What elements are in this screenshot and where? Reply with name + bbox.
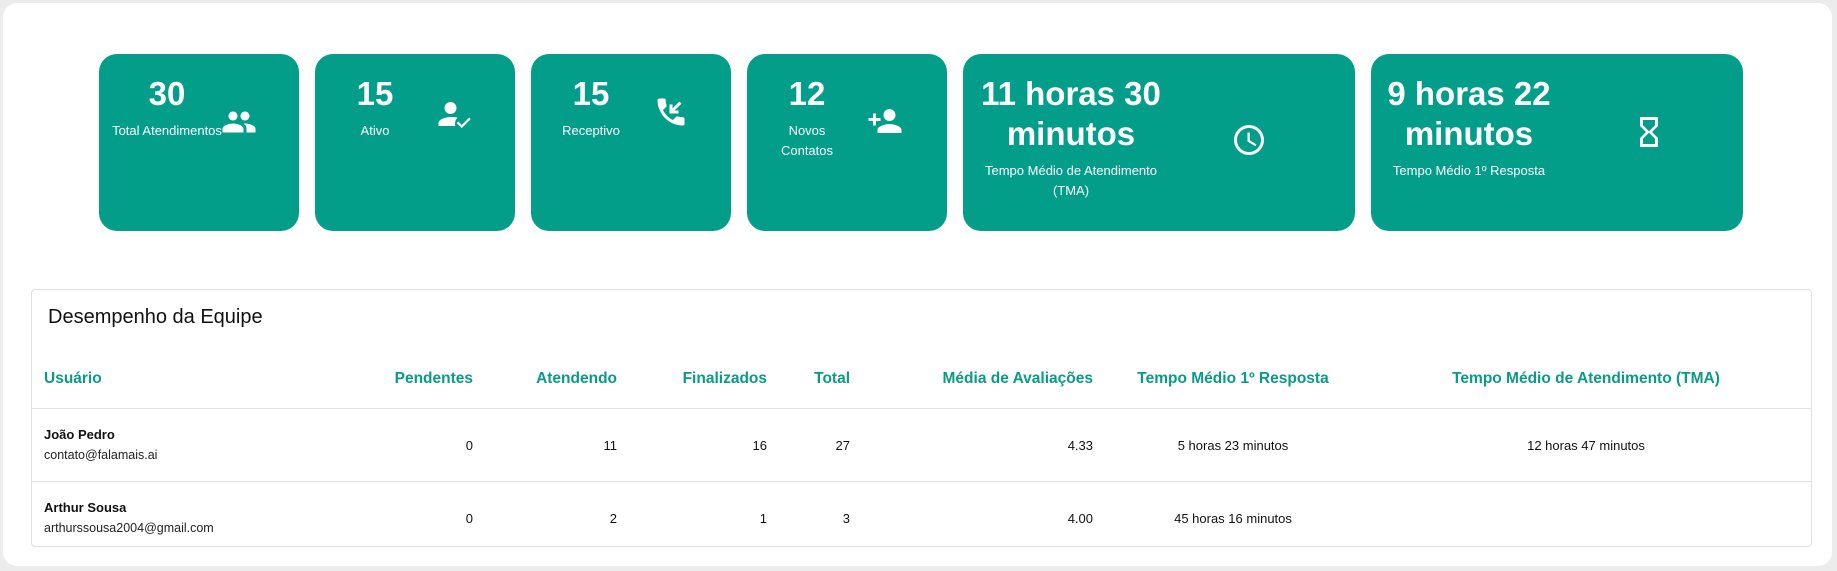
user-name: Arthur Sousa xyxy=(44,500,127,515)
card-label: Novos Contatos xyxy=(780,123,834,158)
rating-cell: 4.00 xyxy=(1067,510,1093,526)
clock-icon xyxy=(1231,122,1267,158)
people-icon xyxy=(221,104,257,140)
attending-cell: 2 xyxy=(609,510,617,526)
column-header-attending[interactable]: Atendendo xyxy=(485,350,629,409)
card-value: 11 horas 30 minutos xyxy=(981,75,1161,152)
tma-cell xyxy=(1361,482,1811,555)
card-value: 30 xyxy=(148,75,186,112)
user-cell: João Pedro contato@falamais.ai xyxy=(32,408,322,482)
card-ativo: 15 Ativo xyxy=(315,54,515,231)
card-label: Tempo Médio 1º Resposta xyxy=(1392,163,1546,178)
pending-cell: 0 xyxy=(465,510,473,526)
column-header-first-response[interactable]: Tempo Médio 1º Resposta xyxy=(1105,350,1361,409)
person-add-icon xyxy=(867,103,903,139)
column-header-tma[interactable]: Tempo Médio de Atendimento (TMA) xyxy=(1361,350,1811,409)
total-cell: 27 xyxy=(779,408,862,482)
dashboard-frame: 30 Total Atendimentos 15 Ativo 15 Recept… xyxy=(3,3,1832,566)
card-label: Tempo Médio de Atendimento (TMA) xyxy=(985,163,1157,198)
card-value: 12 xyxy=(788,75,826,112)
column-header-total[interactable]: Total xyxy=(779,350,862,409)
rating-cell: 4.33 xyxy=(862,408,1105,482)
column-header-finished[interactable]: Finalizados xyxy=(629,350,779,409)
finished-cell: 16 xyxy=(629,408,779,482)
column-header-user[interactable]: Usuário xyxy=(32,350,322,409)
card-label: Total Atendimentos xyxy=(112,123,222,138)
table-header-row: Usuário Pendentes Atendendo Finalizados … xyxy=(32,350,1811,409)
total-cell: 3 xyxy=(842,510,850,526)
hourglass-icon xyxy=(1631,114,1667,150)
user-email: arthurssousa2004@gmail.com xyxy=(44,521,214,535)
table-row[interactable]: João Pedro contato@falamais.ai 0 11 16 2… xyxy=(32,408,1811,482)
tma-cell: 12 horas 47 minutos xyxy=(1361,408,1811,482)
card-total-atendimentos: 30 Total Atendimentos xyxy=(99,54,299,231)
person-check-icon xyxy=(437,96,473,132)
card-value: 9 horas 22 minutos xyxy=(1387,75,1551,152)
first-response-cell: 5 horas 23 minutos xyxy=(1105,408,1361,482)
user-name: João Pedro xyxy=(44,427,115,442)
user-email: contato@falamais.ai xyxy=(44,448,158,462)
card-label: Ativo xyxy=(360,123,390,138)
card-label: Receptivo xyxy=(562,123,620,138)
attending-cell: 11 xyxy=(485,408,629,482)
column-header-rating[interactable]: Média de Avaliações xyxy=(862,350,1105,409)
card-value: 15 xyxy=(572,75,610,112)
phone-incoming-icon xyxy=(653,94,689,130)
panel-title: Desempenho da Equipe xyxy=(48,306,263,328)
card-receptivo: 15 Receptivo xyxy=(531,54,731,231)
finished-cell: 1 xyxy=(759,510,767,526)
pending-cell: 0 xyxy=(322,408,485,482)
first-response-cell: 45 horas 16 minutos xyxy=(1174,510,1292,526)
card-primeira-resposta: 9 horas 22 minutos Tempo Médio 1º Respos… xyxy=(1371,54,1743,231)
card-value: 15 xyxy=(356,75,394,112)
table-row[interactable]: Arthur Sousa arthurssousa2004@gmail.com … xyxy=(32,482,1811,555)
card-novos-contatos: 12 Novos Contatos xyxy=(747,54,947,231)
user-cell: Arthur Sousa arthurssousa2004@gmail.com xyxy=(32,482,322,555)
card-tma: 11 horas 30 minutos Tempo Médio de Atend… xyxy=(963,54,1355,231)
team-performance-table: Usuário Pendentes Atendendo Finalizados … xyxy=(32,350,1811,554)
team-performance-panel: Desempenho da Equipe Usuário Pendentes A… xyxy=(31,289,1812,547)
column-header-pending[interactable]: Pendentes xyxy=(322,350,485,409)
